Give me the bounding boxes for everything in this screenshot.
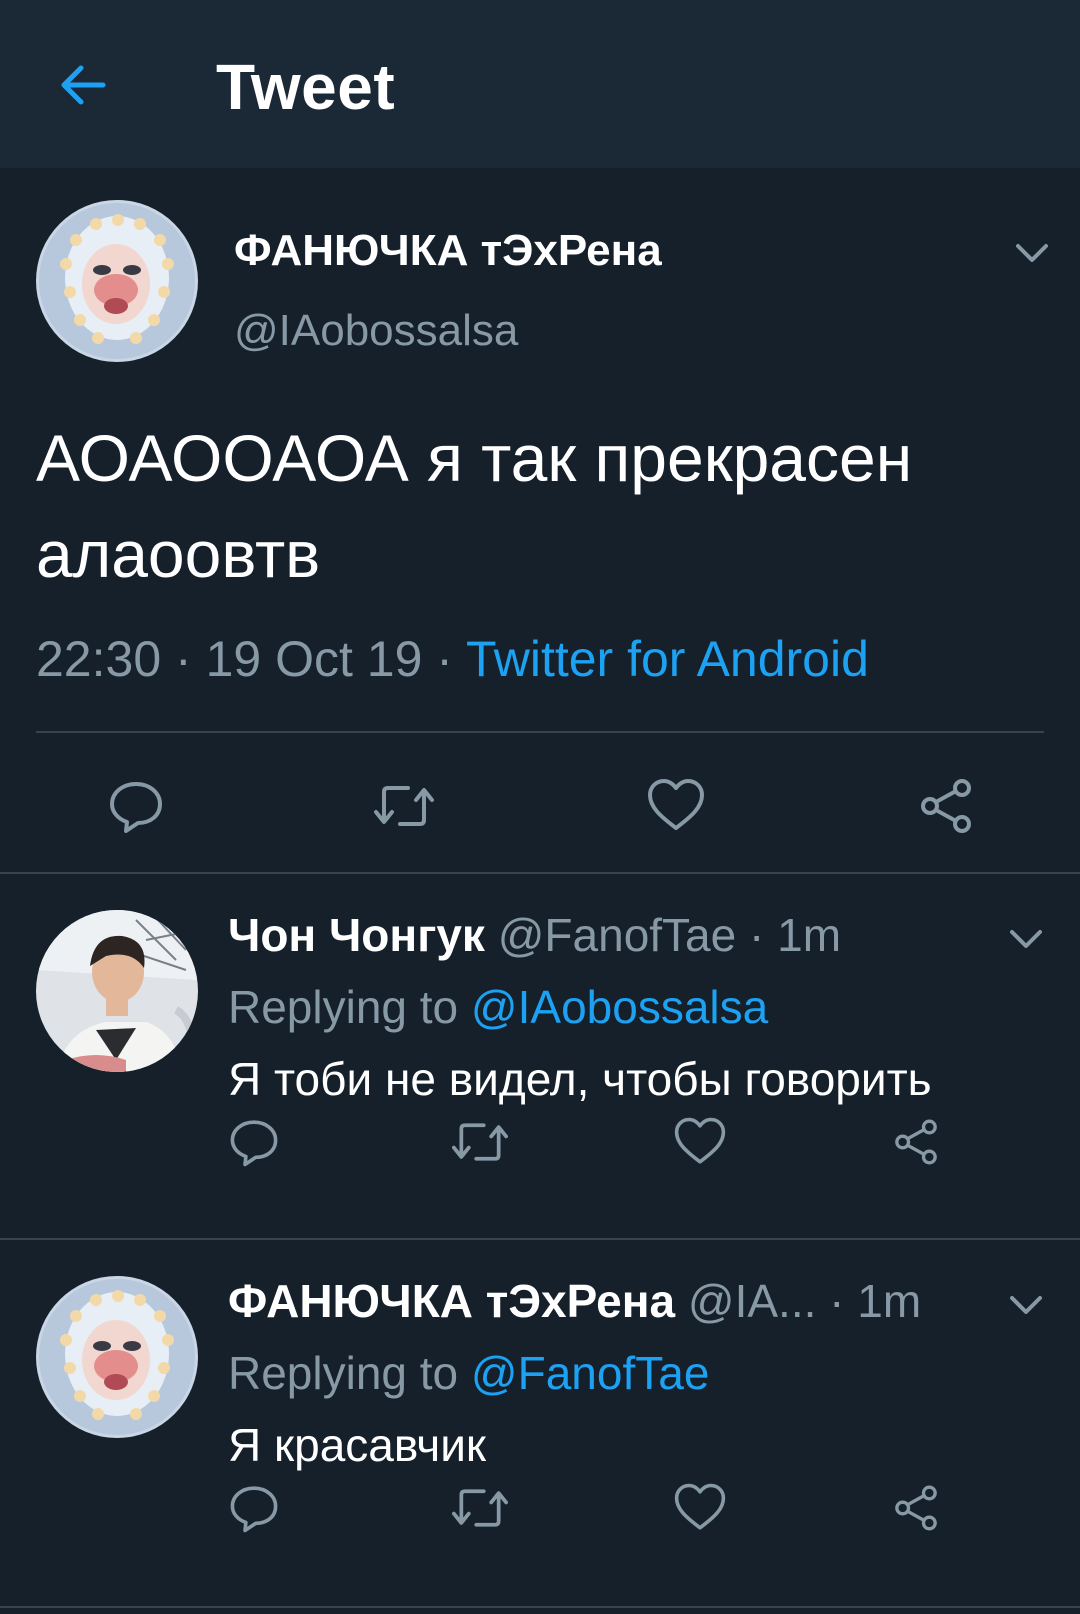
page-title: Tweet xyxy=(216,51,396,123)
mention-link[interactable]: @IAobossalsa xyxy=(471,981,768,1033)
back-button[interactable] xyxy=(48,50,118,120)
share-icon xyxy=(895,1485,937,1531)
avatar[interactable] xyxy=(36,200,198,362)
replying-to: Replying to @FanofTae xyxy=(228,1346,709,1400)
display-name[interactable]: Чон Чонгук xyxy=(228,909,485,961)
reply-button[interactable] xyxy=(226,1114,282,1170)
tweet-menu-button[interactable] xyxy=(1004,916,1048,960)
reply-header: Чон Чонгук @FanofTae · 1m xyxy=(228,908,841,962)
reply-button[interactable] xyxy=(226,1480,282,1536)
replying-to: Replying to @IAobossalsa xyxy=(228,980,768,1034)
arrow-left-icon xyxy=(61,65,106,105)
share-button[interactable] xyxy=(888,1114,944,1170)
retweet-icon xyxy=(374,786,434,826)
reply-button[interactable] xyxy=(104,774,168,838)
retweet-button[interactable] xyxy=(450,1480,510,1536)
username-handle[interactable]: @IA... xyxy=(688,1275,817,1327)
top-app-bar: Tweet xyxy=(0,0,1080,168)
tweet-time: 22:30 xyxy=(36,631,162,687)
main-tweet: ФАНЮЧКА тЭхРена @IAobossalsa АОАООАОА я … xyxy=(0,168,1080,874)
reply-header: ФАНЮЧКА тЭхРена @IA... · 1m xyxy=(228,1274,921,1328)
reply-icon xyxy=(230,1120,278,1167)
tweet-time: 1m xyxy=(857,1275,922,1327)
tweet-menu-button[interactable] xyxy=(1010,230,1054,274)
meta-separator: · xyxy=(749,909,765,961)
tweet-text: Я красавчик xyxy=(228,1419,487,1471)
reply-icon xyxy=(110,782,162,833)
replying-to-label: Replying to xyxy=(228,1347,459,1399)
display-name[interactable]: ФАНЮЧКА тЭхРена xyxy=(234,226,662,276)
reply-tweet[interactable]: Чон Чонгук @FanofTae · 1m Replying to @I… xyxy=(0,874,1080,1238)
chevron-down-icon xyxy=(1010,930,1042,948)
tweet-source-link[interactable]: Twitter for Android xyxy=(466,631,869,687)
tweet-menu-button[interactable] xyxy=(1004,1282,1048,1326)
meta-separator: · xyxy=(436,631,453,687)
divider xyxy=(0,1606,1080,1608)
share-button[interactable] xyxy=(914,774,978,838)
meta-separator: · xyxy=(829,1275,845,1327)
chevron-down-icon xyxy=(1010,1296,1042,1314)
tweet-date: 19 Oct 19 xyxy=(205,631,423,687)
like-button[interactable] xyxy=(644,774,708,838)
share-icon xyxy=(921,779,971,833)
avatar[interactable] xyxy=(36,910,198,1072)
tweet-metadata: 22:30 · 19 Oct 19 · Twitter for Android xyxy=(36,630,869,688)
like-button[interactable] xyxy=(672,1480,728,1536)
chevron-down-icon xyxy=(1016,244,1048,262)
username-handle[interactable]: @IAobossalsa xyxy=(234,306,518,356)
meta-separator: · xyxy=(175,631,192,687)
like-icon xyxy=(648,779,704,830)
retweet-icon xyxy=(452,1489,508,1527)
tweet-text: Я тоби не видел, чтобы говорить xyxy=(228,1053,932,1105)
divider xyxy=(36,731,1044,733)
tweet-text: АОАООАОА я так прекрасен алаоовтв xyxy=(36,421,913,591)
username-handle[interactable]: @FanofTae xyxy=(498,909,737,961)
tweet-time: 1m xyxy=(777,909,842,961)
like-button[interactable] xyxy=(672,1114,728,1170)
avatar-image xyxy=(36,200,198,362)
replying-to-label: Replying to xyxy=(228,981,459,1033)
retweet-button[interactable] xyxy=(450,1114,510,1170)
avatar-image xyxy=(36,1276,198,1438)
retweet-icon xyxy=(452,1123,508,1161)
share-button[interactable] xyxy=(888,1480,944,1536)
reply-tweet[interactable]: ФАНЮЧКА тЭхРена @IA... · 1m Replying to … xyxy=(0,1240,1080,1604)
retweet-button[interactable] xyxy=(372,774,436,838)
avatar[interactable] xyxy=(36,1276,198,1438)
share-icon xyxy=(895,1119,937,1165)
reply-icon xyxy=(230,1486,278,1533)
avatar-image xyxy=(36,910,198,1072)
mention-link[interactable]: @FanofTae xyxy=(471,1347,710,1399)
like-icon xyxy=(674,1483,726,1530)
like-icon xyxy=(674,1117,726,1164)
display-name[interactable]: ФАНЮЧКА тЭхРена xyxy=(228,1275,675,1327)
